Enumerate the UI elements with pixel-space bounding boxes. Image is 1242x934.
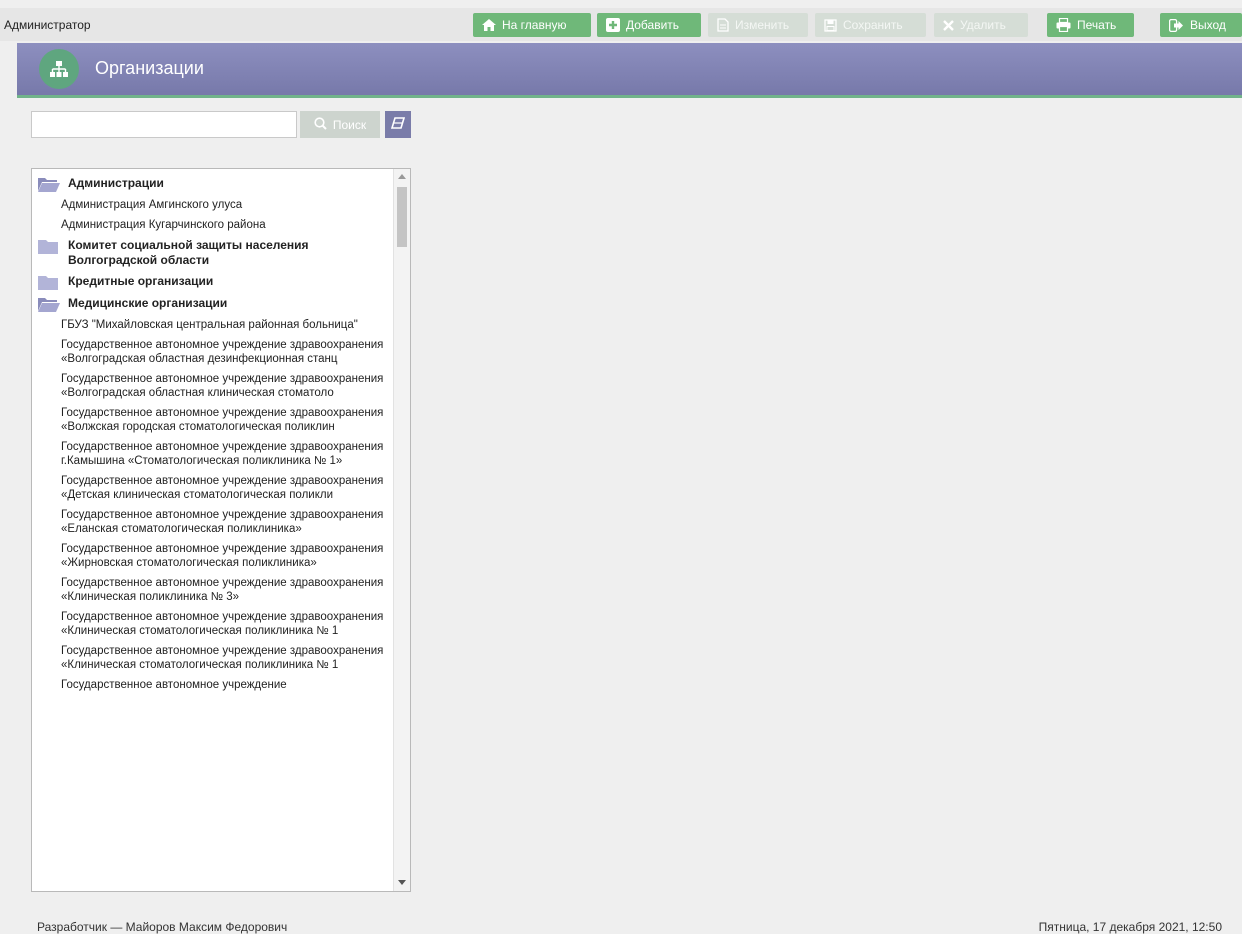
tree-item[interactable]: Государственное автономное учреждение зд… bbox=[32, 336, 392, 368]
edit-button-label: Изменить bbox=[735, 18, 790, 32]
scroll-thumb[interactable] bbox=[397, 187, 407, 247]
delete-button-label: Удалить bbox=[960, 18, 1006, 32]
exit-button-label: Выход bbox=[1190, 18, 1226, 32]
tree-item[interactable]: Государственное автономное учреждение зд… bbox=[32, 472, 392, 504]
edit-button[interactable]: Изменить bbox=[708, 13, 808, 37]
tree-item[interactable]: Государственное автономное учреждение зд… bbox=[32, 506, 392, 538]
tree-item[interactable]: Государственное автономное учреждение зд… bbox=[32, 438, 392, 470]
add-button-label: Добавить bbox=[626, 18, 680, 32]
exit-button[interactable]: Выход bbox=[1160, 13, 1242, 37]
folder-open-icon bbox=[38, 297, 60, 312]
search-input[interactable] bbox=[31, 111, 297, 138]
search-button[interactable]: Поиск bbox=[300, 111, 380, 138]
tree-group-label: Кредитные организации bbox=[68, 274, 214, 288]
search-button-label: Поиск bbox=[332, 117, 367, 132]
tree-group-label: Медицинские организации bbox=[68, 296, 228, 310]
organization-tree: Администрации Администрация Амгинского ул… bbox=[31, 168, 411, 892]
search-icon bbox=[314, 116, 327, 133]
org-hierarchy-icon bbox=[39, 49, 79, 89]
floppy-disk-icon bbox=[824, 18, 837, 32]
tree-group[interactable]: Медицинские организации bbox=[32, 294, 392, 314]
tree-scrollbar[interactable] bbox=[393, 169, 410, 891]
clear-search-button[interactable] bbox=[385, 111, 411, 138]
tree-item[interactable]: Государственное автономное учреждение зд… bbox=[32, 574, 392, 606]
folder-closed-icon bbox=[38, 275, 60, 290]
page-title: Организации bbox=[95, 58, 204, 78]
close-icon bbox=[943, 19, 954, 31]
save-button-label: Сохранить bbox=[843, 18, 903, 32]
home-button-label: На главную bbox=[502, 18, 567, 32]
developer-credit: Разработчик — Майоров Максим Федорович bbox=[37, 920, 288, 934]
printer-icon bbox=[1056, 18, 1071, 32]
tree-item[interactable]: ГБУЗ "Михайловская центральная районная … bbox=[32, 316, 392, 334]
tree-item[interactable]: Государственное автономное учреждение bbox=[32, 676, 392, 694]
tree-group[interactable]: Комитет социальной защиты населения Волг… bbox=[32, 236, 392, 270]
tree-group-label: Администрации bbox=[68, 176, 164, 190]
tree-group-label: Комитет социальной защиты населения Волг… bbox=[68, 238, 309, 267]
home-icon bbox=[482, 19, 496, 31]
add-button[interactable]: Добавить bbox=[597, 13, 701, 37]
page-header: Организации bbox=[17, 43, 1242, 98]
delete-button[interactable]: Удалить bbox=[934, 13, 1028, 37]
folder-open-icon bbox=[38, 177, 60, 192]
tree-item[interactable]: Государственное автономное учреждение зд… bbox=[32, 404, 392, 436]
scroll-down-icon[interactable] bbox=[398, 880, 406, 885]
folder-closed-icon bbox=[38, 239, 60, 254]
tree-item[interactable]: Государственное автономное учреждение зд… bbox=[32, 370, 392, 402]
tree-item[interactable]: Государственное автономное учреждение зд… bbox=[32, 608, 392, 640]
home-button[interactable]: На главную bbox=[473, 13, 591, 37]
print-button[interactable]: Печать bbox=[1047, 13, 1134, 37]
document-icon bbox=[717, 18, 729, 32]
tree-item[interactable]: Государственное автономное учреждение зд… bbox=[32, 642, 392, 674]
tree-item[interactable]: Государственное автономное учреждение зд… bbox=[32, 540, 392, 572]
tree-item[interactable]: Администрация Амгинского улуса bbox=[32, 196, 392, 214]
plus-square-icon bbox=[606, 18, 620, 32]
current-user: Администратор bbox=[4, 18, 91, 32]
tree-group[interactable]: Кредитные организации bbox=[32, 272, 392, 292]
top-toolbar: Администратор На главную Добавить Измени… bbox=[0, 8, 1242, 41]
save-button[interactable]: Сохранить bbox=[815, 13, 926, 37]
tree-item[interactable]: Администрация Кугарчинского района bbox=[32, 216, 392, 234]
tree-group[interactable]: Администрации bbox=[32, 174, 392, 194]
tree-content: Администрации Администрация Амгинского ул… bbox=[32, 169, 392, 696]
sign-out-icon bbox=[1169, 18, 1184, 32]
eraser-icon bbox=[390, 117, 406, 132]
print-button-label: Печать bbox=[1077, 18, 1117, 32]
scroll-up-icon[interactable] bbox=[398, 174, 406, 179]
current-datetime: Пятница, 17 декабря 2021, 12:50 bbox=[1038, 920, 1222, 934]
